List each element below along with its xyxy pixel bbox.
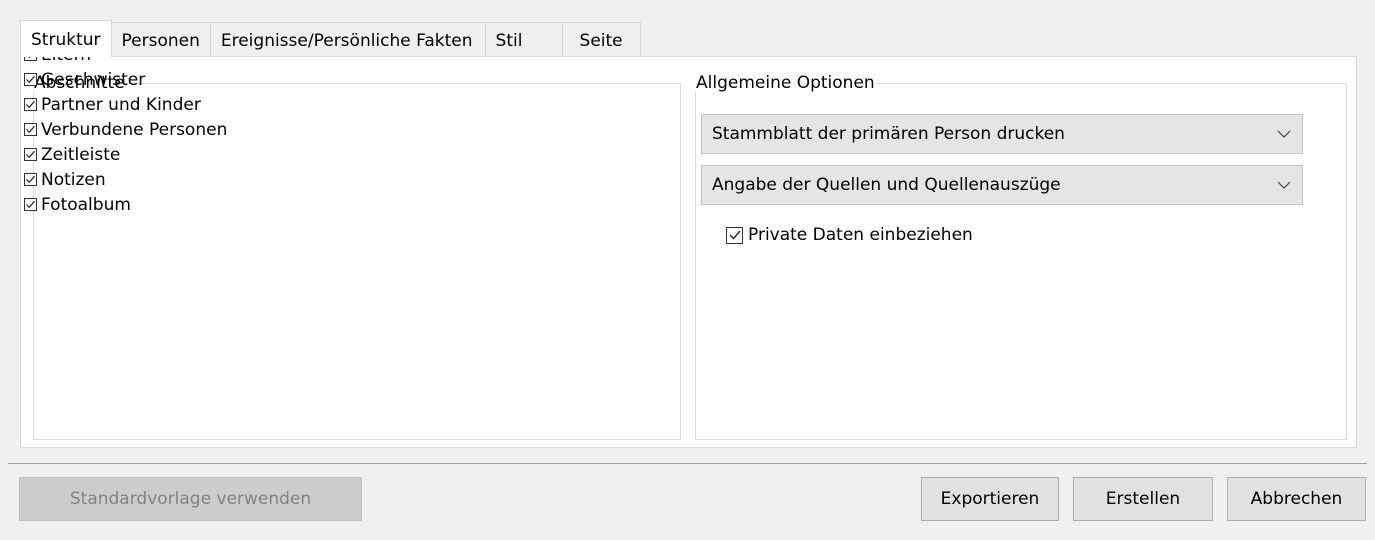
print-person-select-value: Stammblatt der primären Person drucken bbox=[712, 124, 1065, 144]
chevron-down-icon bbox=[1277, 130, 1291, 138]
sources-select[interactable]: Angabe der Quellen und Quellenauszüge bbox=[701, 165, 1303, 205]
section-label: Verbundene Personen bbox=[41, 119, 228, 140]
section-label: Partner und Kinder bbox=[41, 94, 201, 115]
section-checkbox-verbundene-personen[interactable]: Verbundene Personen bbox=[24, 117, 227, 142]
section-label: Notizen bbox=[41, 169, 106, 190]
section-checkbox-partner-und-kinder[interactable]: Partner und Kinder bbox=[24, 92, 227, 117]
private-data-checkbox[interactable]: Private Daten einbeziehen bbox=[726, 225, 973, 245]
export-button[interactable]: Exportieren bbox=[921, 477, 1059, 521]
section-checkbox-fotoalbum[interactable]: Fotoalbum bbox=[24, 192, 227, 217]
tab-struktur[interactable]: Struktur bbox=[20, 20, 112, 57]
section-checkbox-notizen[interactable]: Notizen bbox=[24, 167, 227, 192]
sections-checklist: Eltern Geschwister Partner und Kinder Ve… bbox=[24, 42, 227, 217]
general-options-legend: Allgemeine Optionen bbox=[696, 73, 875, 93]
print-person-select[interactable]: Stammblatt der primären Person drucken bbox=[701, 114, 1303, 154]
use-default-template-button[interactable]: Standardvorlage verwenden bbox=[19, 477, 362, 521]
create-button[interactable]: Erstellen bbox=[1073, 477, 1213, 521]
section-checkbox-zeitleiste[interactable]: Zeitleiste bbox=[24, 142, 227, 167]
tab-ereignisse[interactable]: Ereignisse/Persönliche Fakten bbox=[209, 22, 486, 57]
private-data-label: Private Daten einbeziehen bbox=[748, 225, 973, 245]
tab-seite[interactable]: Seite bbox=[561, 22, 641, 57]
section-label: Fotoalbum bbox=[41, 194, 131, 215]
chevron-down-icon bbox=[1277, 181, 1291, 189]
section-label: Zeitleiste bbox=[41, 144, 121, 165]
checkmark-icon[interactable] bbox=[24, 198, 37, 211]
checkmark-icon[interactable] bbox=[726, 226, 743, 244]
sources-select-value: Angabe der Quellen und Quellenauszüge bbox=[712, 175, 1061, 195]
checkmark-icon[interactable] bbox=[24, 148, 37, 161]
checkmark-icon[interactable] bbox=[24, 123, 37, 136]
section-checkbox-geschwister[interactable]: Geschwister bbox=[24, 67, 227, 92]
checkmark-icon[interactable] bbox=[24, 73, 37, 86]
tab-stil[interactable]: Stil bbox=[484, 22, 563, 57]
footer-separator bbox=[8, 463, 1367, 464]
checkmark-icon[interactable] bbox=[24, 173, 37, 186]
checkmark-icon[interactable] bbox=[24, 98, 37, 111]
cancel-button[interactable]: Abbrechen bbox=[1227, 477, 1366, 521]
section-label: Geschwister bbox=[41, 69, 146, 90]
